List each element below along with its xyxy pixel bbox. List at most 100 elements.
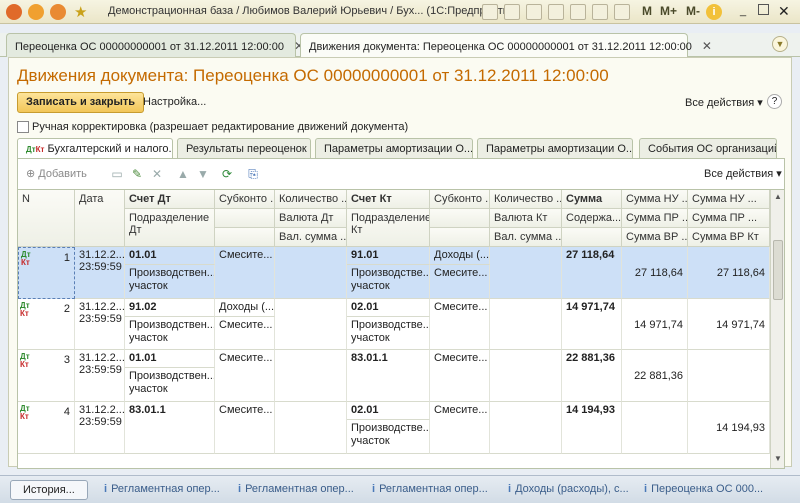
manual-adjust-checkbox[interactable] — [17, 121, 29, 133]
col-header-sum-nu-kt[interactable]: Сумма НУ ... — [688, 190, 770, 209]
col-header-currency-dt[interactable]: Валюта Дт — [275, 209, 347, 228]
subtab-asset-events[interactable]: События ОС организаций — [639, 138, 777, 158]
subtab-revaluation-results[interactable]: Результаты переоценок — [177, 138, 311, 158]
col-header-content[interactable]: Содержа... — [562, 209, 622, 228]
task-label: Доходы (расходы), с... — [515, 483, 629, 495]
task-routine-op-2[interactable]: i Регламентная опер... — [234, 481, 362, 499]
col-header-date[interactable]: Дата — [75, 190, 125, 247]
close-icon[interactable]: ✕ — [702, 39, 712, 53]
table-row[interactable]: Дт Кт 3 31.12.2... 23:59:59 01.01 Производ… — [18, 350, 770, 402]
table-toolbar: ⊕ Добавить ▭ ✎ ✕ ▲ ▼ ⟳ ⎘ Все действия ▾ — [17, 159, 785, 189]
task-routine-op-3[interactable]: i Регламентная опер... — [368, 481, 496, 499]
tabs-menu-icon[interactable]: ▼ — [772, 36, 788, 52]
history-icon[interactable] — [570, 4, 586, 20]
memory-plus-button[interactable]: M+ — [660, 4, 677, 18]
col-header-sum-nu-dt[interactable]: Сумма НУ ... — [622, 190, 688, 209]
date-cell: 31.12.2... 23:59:59 — [75, 402, 125, 454]
col-header-account-kt[interactable]: Счет Кт — [347, 190, 430, 209]
row-time: 23:59:59 — [79, 261, 122, 273]
col-header-quantity-kt[interactable]: Количество ... — [490, 190, 562, 209]
row-number: 4 — [63, 406, 70, 418]
tab-revaluation-doc[interactable]: Переоценка ОС 00000000001 от 31.12.2011 … — [6, 33, 304, 57]
col-header-cur-sum-kt[interactable]: Вал. сумма ... — [490, 228, 562, 247]
col-header-cur-sum-dt[interactable]: Вал. сумма ... — [275, 228, 347, 247]
memory-minus-button[interactable]: M- — [686, 4, 700, 18]
print-icon[interactable] — [504, 4, 520, 20]
account-dt-cell: 01.01 — [125, 247, 215, 265]
minimize-icon[interactable]: _ — [740, 5, 746, 17]
add-button[interactable]: ⊕ Добавить — [26, 167, 87, 180]
subtab-accounting[interactable]: ДтКт Бухгалтерский и налого... — [17, 138, 173, 159]
home-icon[interactable] — [50, 4, 66, 20]
history-button[interactable]: История... — [10, 480, 88, 500]
movements-table[interactable]: N Дата Счет Дт Субконто ... Количество .… — [17, 189, 785, 469]
export-icon[interactable]: ⎘ — [246, 167, 260, 181]
window-title: Демонстрационная база / Любимов Валерий … — [108, 5, 519, 17]
table-row[interactable]: Дт Кт 2 31.12.2... 23:59:59 91.02 Производ… — [18, 299, 770, 350]
col-header-dept-dt[interactable]: Подразделение Дт — [125, 209, 215, 247]
col-header-dept-kt[interactable]: Подразделение Кт — [347, 209, 430, 247]
subtab-amortization-params-1[interactable]: Параметры амортизации О... — [315, 138, 473, 158]
col-header-currency-kt[interactable]: Валюта Кт — [490, 209, 562, 228]
app-menu-icon[interactable] — [6, 4, 22, 20]
close-window-icon[interactable]: ✕ — [778, 3, 790, 20]
col-header-n[interactable]: N — [18, 190, 75, 247]
memory-button[interactable]: M — [642, 4, 652, 18]
table-row[interactable]: Дт Кт 4 31.12.2... 23:59:59 83.01.1 Смесит… — [18, 402, 770, 454]
delete-icon[interactable]: ✕ — [150, 167, 164, 181]
calculator-icon[interactable] — [614, 4, 630, 20]
sum-vr-dt-cell: 27 118,64 — [622, 247, 688, 299]
move-up-icon[interactable]: ▲ — [176, 167, 190, 181]
scroll-down-icon[interactable]: ▼ — [773, 454, 783, 463]
preview-icon[interactable] — [526, 4, 542, 20]
col-header-sum-vr-kt[interactable]: Сумма ВР Кт — [688, 228, 770, 247]
subtab-amortization-params-2[interactable]: Параметры амортизации О... — [477, 138, 633, 158]
move-down-icon[interactable]: ▼ — [196, 167, 210, 181]
row-number-cell: Дт Кт 1 — [18, 247, 75, 299]
help-icon[interactable]: ? — [767, 94, 782, 109]
scroll-thumb[interactable] — [773, 240, 783, 300]
quantity-dt-cell — [275, 350, 347, 402]
all-actions-menu[interactable]: Все действия ▾ — [685, 96, 763, 109]
edit-icon[interactable]: ✎ — [130, 167, 144, 181]
favorite-star-icon[interactable]: ★ — [74, 3, 87, 21]
row-number: 1 — [63, 252, 70, 264]
col-header-empty — [562, 228, 622, 247]
row-number: 2 — [63, 303, 70, 315]
task-routine-op-1[interactable]: i Регламентная опер... — [100, 481, 228, 499]
subconto-kt-cell: Смесите... — [430, 299, 490, 350]
col-header-sum[interactable]: Сумма — [562, 190, 622, 209]
maximize-icon[interactable] — [758, 4, 769, 15]
save-close-button[interactable]: Записать и закрыть — [17, 92, 145, 113]
scroll-up-icon[interactable]: ▲ — [773, 192, 783, 201]
info-icon[interactable]: i — [706, 4, 722, 20]
col-header-account-dt[interactable]: Счет Дт — [125, 190, 215, 209]
col-header-subconto-dt[interactable]: Субконто ... — [215, 190, 275, 209]
table-row[interactable]: Дт Кт 1 31.12.2... 23:59:59 01.01 Производ… — [18, 247, 770, 299]
account-kt-cell: 91.01 — [347, 247, 430, 265]
all-actions-menu[interactable]: Все действия ▾ — [704, 167, 782, 180]
col-header-sum-pr-kt[interactable]: Сумма ПР ... — [688, 209, 770, 228]
settings-link[interactable]: Настройка... — [143, 96, 206, 108]
col-header-quantity-dt[interactable]: Количество ... — [275, 190, 347, 209]
info-icon: i — [372, 483, 376, 495]
vertical-scrollbar[interactable]: ▲ ▼ — [770, 190, 784, 468]
col-header-subconto-kt[interactable]: Субконто ... — [430, 190, 490, 209]
col-header-sum-vr-dt[interactable]: Сумма ВР ... — [622, 228, 688, 247]
tab-document-movements[interactable]: Движения документа: Переоценка ОС 000000… — [300, 33, 712, 58]
task-income-expense[interactable]: i Доходы (расходы), с... — [504, 481, 636, 499]
refresh-icon[interactable]: ⟳ — [220, 167, 234, 181]
sum-vr-kt-cell: 27 118,64 — [688, 247, 770, 299]
dt-kt-icon: ДтКт — [21, 250, 31, 267]
dropdown-icon[interactable] — [28, 4, 44, 20]
save-icon[interactable] — [482, 4, 498, 20]
tab-label: Движения документа: Переоценка ОС 000000… — [309, 41, 692, 53]
col-header-sum-pr-dt[interactable]: Сумма ПР ... — [622, 209, 688, 228]
sum-vr-dt-cell: 14 971,74 — [622, 299, 688, 350]
dt-kt-icon: ДтКт — [20, 352, 30, 369]
task-revaluation[interactable]: i Переоценка ОС 000... — [640, 481, 796, 499]
link-icon[interactable] — [592, 4, 608, 20]
copy-icon[interactable]: ▭ — [110, 167, 124, 181]
account-dt-cell: 01.01 — [125, 350, 215, 368]
favorites-add-icon[interactable] — [548, 4, 564, 20]
